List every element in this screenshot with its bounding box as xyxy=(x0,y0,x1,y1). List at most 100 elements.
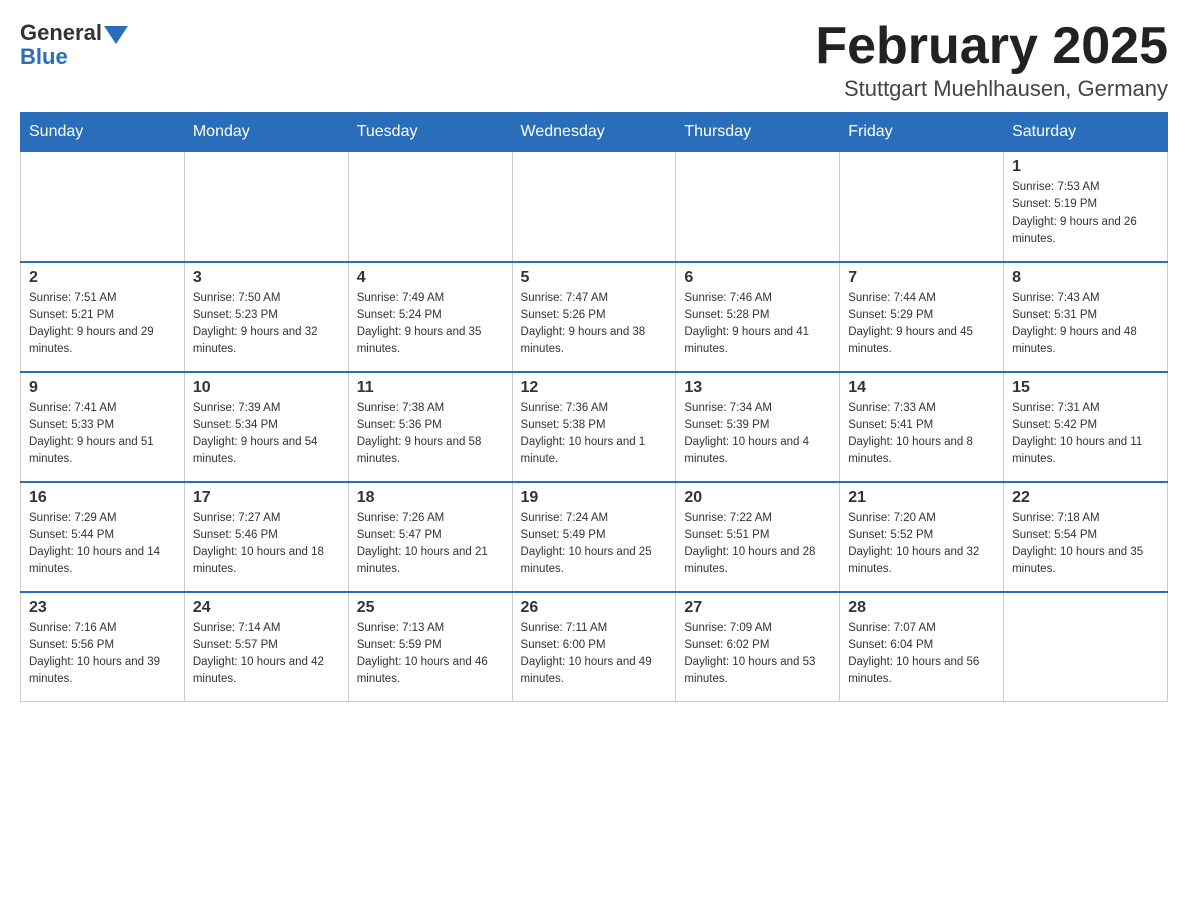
calendar-cell xyxy=(840,152,1004,262)
day-number: 24 xyxy=(193,599,340,617)
day-number: 9 xyxy=(29,379,176,397)
day-number: 17 xyxy=(193,489,340,507)
day-number: 16 xyxy=(29,489,176,507)
day-info: Sunrise: 7:31 AMSunset: 5:42 PMDaylight:… xyxy=(1012,400,1159,469)
weekday-header-sunday: Sunday xyxy=(21,113,185,152)
calendar-cell xyxy=(184,152,348,262)
day-number: 1 xyxy=(1012,158,1159,176)
calendar-cell xyxy=(1004,592,1168,702)
day-number: 8 xyxy=(1012,269,1159,287)
weekday-header-saturday: Saturday xyxy=(1004,113,1168,152)
day-info: Sunrise: 7:24 AMSunset: 5:49 PMDaylight:… xyxy=(521,510,668,579)
calendar-cell: 1 Sunrise: 7:53 AMSunset: 5:19 PMDaylight… xyxy=(1004,152,1168,262)
calendar-cell: 5Sunrise: 7:47 AMSunset: 5:26 PMDaylight… xyxy=(512,262,676,372)
day-number: 12 xyxy=(521,379,668,397)
day-number: 19 xyxy=(521,489,668,507)
calendar-cell: 7Sunrise: 7:44 AMSunset: 5:29 PMDaylight… xyxy=(840,262,1004,372)
calendar-cell: 23 Sunrise: 7:16 AMSunset: 5:56 PMDayligh… xyxy=(21,592,185,702)
logo-triangle-icon xyxy=(104,26,128,44)
weekday-header-friday: Friday xyxy=(840,113,1004,152)
calendar-cell xyxy=(21,152,185,262)
day-info: Sunrise: 7:13 AMSunset: 5:59 PMDaylight:… xyxy=(357,620,504,689)
weekday-header-wednesday: Wednesday xyxy=(512,113,676,152)
calendar-cell: 27 Sunrise: 7:09 AMSunset: 6:02 PMDayligh… xyxy=(676,592,840,702)
calendar-cell: 21Sunrise: 7:20 AMSunset: 5:52 PMDayligh… xyxy=(840,482,1004,592)
calendar-week-row: 1 Sunrise: 7:53 AMSunset: 5:19 PMDaylight… xyxy=(21,152,1168,262)
day-info: Sunrise: 7:39 AMSunset: 5:34 PMDaylight:… xyxy=(193,400,340,469)
day-number: 28 xyxy=(848,599,995,617)
day-info: Sunrise: 7:51 AMSunset: 5:21 PMDaylight:… xyxy=(29,290,176,359)
day-number: 21 xyxy=(848,489,995,507)
calendar-cell: 8Sunrise: 7:43 AMSunset: 5:31 PMDaylight… xyxy=(1004,262,1168,372)
calendar-cell xyxy=(676,152,840,262)
calendar-cell: 11Sunrise: 7:38 AMSunset: 5:36 PMDayligh… xyxy=(348,372,512,482)
day-info: Sunrise: 7:26 AMSunset: 5:47 PMDaylight:… xyxy=(357,510,504,579)
day-info: Sunrise: 7:50 AMSunset: 5:23 PMDaylight:… xyxy=(193,290,340,359)
day-info: Sunrise: 7:47 AMSunset: 5:26 PMDaylight:… xyxy=(521,290,668,359)
calendar-cell: 3 Sunrise: 7:50 AMSunset: 5:23 PMDaylight… xyxy=(184,262,348,372)
day-number: 15 xyxy=(1012,379,1159,397)
day-number: 20 xyxy=(684,489,831,507)
calendar-cell: 15 Sunrise: 7:31 AMSunset: 5:42 PMDayligh… xyxy=(1004,372,1168,482)
calendar-cell xyxy=(512,152,676,262)
day-info: Sunrise: 7:36 AMSunset: 5:38 PMDaylight:… xyxy=(521,400,668,469)
day-info: Sunrise: 7:34 AMSunset: 5:39 PMDaylight:… xyxy=(684,400,831,469)
calendar-week-row: 2Sunrise: 7:51 AMSunset: 5:21 PMDaylight… xyxy=(21,262,1168,372)
calendar-cell: 16Sunrise: 7:29 AMSunset: 5:44 PMDayligh… xyxy=(21,482,185,592)
day-info: Sunrise: 7:38 AMSunset: 5:36 PMDaylight:… xyxy=(357,400,504,469)
weekday-header-thursday: Thursday xyxy=(676,113,840,152)
day-number: 6 xyxy=(684,269,831,287)
day-info: Sunrise: 7:18 AMSunset: 5:54 PMDaylight:… xyxy=(1012,510,1159,579)
calendar-table: SundayMondayTuesdayWednesdayThursdayFrid… xyxy=(20,112,1168,702)
day-number: 27 xyxy=(684,599,831,617)
day-info: Sunrise: 7:11 AMSunset: 6:00 PMDaylight:… xyxy=(521,620,668,689)
calendar-header-row: SundayMondayTuesdayWednesdayThursdayFrid… xyxy=(21,113,1168,152)
day-info: Sunrise: 7:09 AMSunset: 6:02 PMDaylight:… xyxy=(684,620,831,689)
calendar-cell: 20 Sunrise: 7:22 AMSunset: 5:51 PMDayligh… xyxy=(676,482,840,592)
weekday-header-tuesday: Tuesday xyxy=(348,113,512,152)
day-number: 25 xyxy=(357,599,504,617)
calendar-cell: 26 Sunrise: 7:11 AMSunset: 6:00 PMDayligh… xyxy=(512,592,676,702)
calendar-cell: 4 Sunrise: 7:49 AMSunset: 5:24 PMDaylight… xyxy=(348,262,512,372)
calendar-cell: 24Sunrise: 7:14 AMSunset: 5:57 PMDayligh… xyxy=(184,592,348,702)
day-number: 14 xyxy=(848,379,995,397)
calendar-week-row: 16Sunrise: 7:29 AMSunset: 5:44 PMDayligh… xyxy=(21,482,1168,592)
calendar-cell: 9 Sunrise: 7:41 AMSunset: 5:33 PMDaylight… xyxy=(21,372,185,482)
calendar-cell xyxy=(348,152,512,262)
day-info: Sunrise: 7:46 AMSunset: 5:28 PMDaylight:… xyxy=(684,290,831,359)
month-title: February 2025 xyxy=(815,20,1168,72)
calendar-cell: 28 Sunrise: 7:07 AMSunset: 6:04 PMDayligh… xyxy=(840,592,1004,702)
day-number: 23 xyxy=(29,599,176,617)
day-info: Sunrise: 7:27 AMSunset: 5:46 PMDaylight:… xyxy=(193,510,340,579)
day-info: Sunrise: 7:53 AMSunset: 5:19 PMDaylight:… xyxy=(1012,179,1159,248)
day-number: 3 xyxy=(193,269,340,287)
weekday-header-monday: Monday xyxy=(184,113,348,152)
calendar-week-row: 9 Sunrise: 7:41 AMSunset: 5:33 PMDaylight… xyxy=(21,372,1168,482)
title-section: February 2025 Stuttgart Muehlhausen, Ger… xyxy=(815,20,1168,102)
page-header: General Blue February 2025 Stuttgart Mue… xyxy=(20,20,1168,102)
day-number: 10 xyxy=(193,379,340,397)
calendar-cell: 18 Sunrise: 7:26 AMSunset: 5:47 PMDayligh… xyxy=(348,482,512,592)
day-info: Sunrise: 7:22 AMSunset: 5:51 PMDaylight:… xyxy=(684,510,831,579)
calendar-cell: 10 Sunrise: 7:39 AMSunset: 5:34 PMDayligh… xyxy=(184,372,348,482)
calendar-cell: 2Sunrise: 7:51 AMSunset: 5:21 PMDaylight… xyxy=(21,262,185,372)
calendar-cell: 22 Sunrise: 7:18 AMSunset: 5:54 PMDayligh… xyxy=(1004,482,1168,592)
day-info: Sunrise: 7:44 AMSunset: 5:29 PMDaylight:… xyxy=(848,290,995,359)
calendar-cell: 19 Sunrise: 7:24 AMSunset: 5:49 PMDayligh… xyxy=(512,482,676,592)
calendar-cell: 25 Sunrise: 7:13 AMSunset: 5:59 PMDayligh… xyxy=(348,592,512,702)
day-number: 13 xyxy=(684,379,831,397)
day-info: Sunrise: 7:41 AMSunset: 5:33 PMDaylight:… xyxy=(29,400,176,469)
calendar-cell: 17 Sunrise: 7:27 AMSunset: 5:46 PMDayligh… xyxy=(184,482,348,592)
calendar-cell: 13 Sunrise: 7:34 AMSunset: 5:39 PMDayligh… xyxy=(676,372,840,482)
day-number: 18 xyxy=(357,489,504,507)
location-label: Stuttgart Muehlhausen, Germany xyxy=(815,76,1168,102)
logo-blue-text: Blue xyxy=(20,44,68,70)
day-info: Sunrise: 7:07 AMSunset: 6:04 PMDaylight:… xyxy=(848,620,995,689)
day-info: Sunrise: 7:49 AMSunset: 5:24 PMDaylight:… xyxy=(357,290,504,359)
day-number: 22 xyxy=(1012,489,1159,507)
day-number: 26 xyxy=(521,599,668,617)
day-number: 4 xyxy=(357,269,504,287)
calendar-cell: 6 Sunrise: 7:46 AMSunset: 5:28 PMDaylight… xyxy=(676,262,840,372)
day-info: Sunrise: 7:33 AMSunset: 5:41 PMDaylight:… xyxy=(848,400,995,469)
day-info: Sunrise: 7:16 AMSunset: 5:56 PMDaylight:… xyxy=(29,620,176,689)
